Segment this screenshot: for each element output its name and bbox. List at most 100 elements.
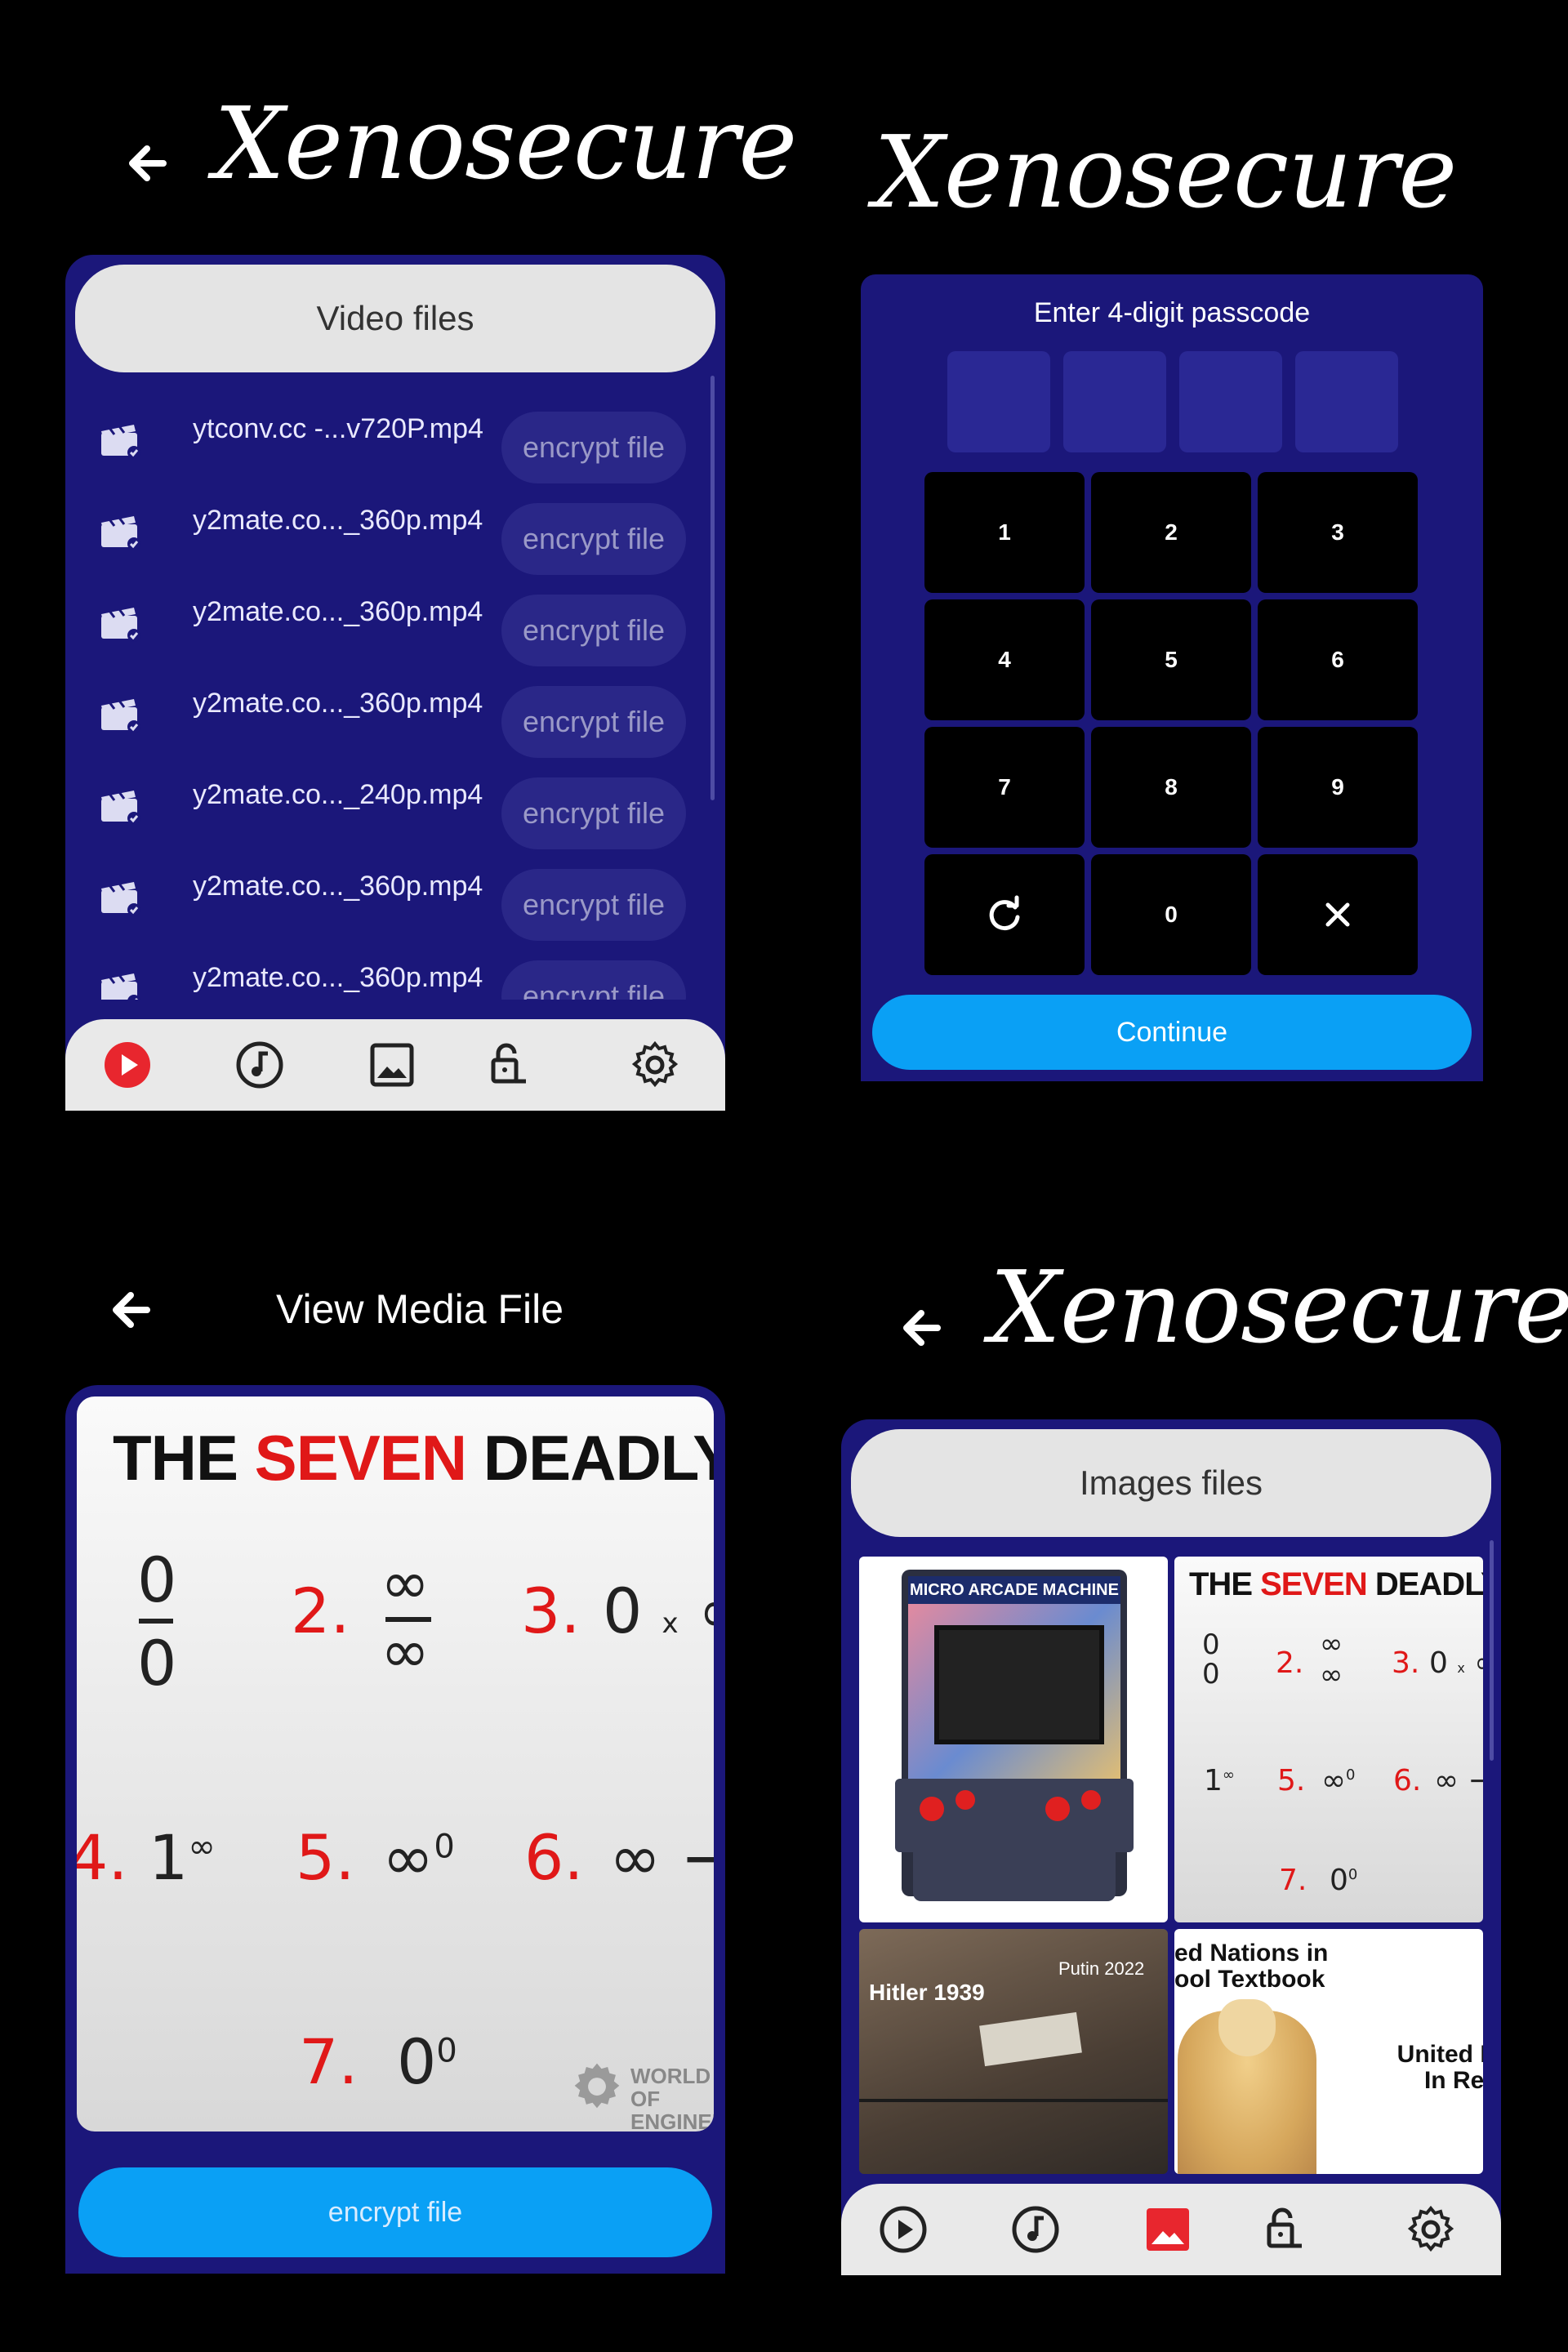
video-file-icon bbox=[101, 973, 140, 1000]
keypad-key-3[interactable]: 3 bbox=[1258, 472, 1418, 593]
arcade-button bbox=[920, 1797, 944, 1821]
item-expression: 00 bbox=[1202, 1628, 1220, 1690]
lock-file-icon[interactable] bbox=[1258, 2203, 1310, 2256]
bottom-nav bbox=[65, 1019, 725, 1111]
meme-label: Hitler 1939 bbox=[869, 1980, 985, 2005]
item-number: 3. bbox=[521, 1575, 581, 1647]
file-name: y2mate.co..._360p.mp4 bbox=[193, 871, 483, 902]
images-files-header: Images files bbox=[851, 1429, 1491, 1537]
meme-label: Putin 2022 bbox=[1058, 1958, 1145, 1979]
image-title: THE SEVEN DEADLY SINS bbox=[113, 1422, 714, 1494]
item-number: 3. bbox=[1392, 1646, 1420, 1680]
gear-logo-icon bbox=[574, 2063, 620, 2109]
list-item[interactable]: y2mate.co..._240p.mp4 encrypt file bbox=[65, 761, 710, 853]
passcode-digit-3[interactable] bbox=[1179, 351, 1282, 452]
scrollbar[interactable] bbox=[710, 376, 715, 800]
image-thumbnail[interactable]: THE SEVEN DEADLY SINS 00 2. ∞∞ 3. 0 x ∞ … bbox=[1174, 1557, 1483, 1922]
keypad-key-2[interactable]: 2 bbox=[1091, 472, 1251, 593]
video-file-icon bbox=[101, 425, 140, 459]
keypad-key-0[interactable]: 0 bbox=[1091, 854, 1251, 975]
scrollbar[interactable] bbox=[1490, 1540, 1494, 1761]
clear-icon bbox=[1325, 902, 1350, 927]
list-item[interactable]: y2mate.co..._360p.mp4 encrypt file bbox=[65, 853, 710, 944]
item-expression: ∞0 bbox=[382, 1821, 455, 1894]
encrypt-file-button[interactable]: encrypt file bbox=[501, 960, 686, 1000]
video-files-header: Video files bbox=[75, 265, 715, 372]
passcode-digit-2[interactable] bbox=[1063, 351, 1166, 452]
meme-divider bbox=[859, 2099, 1168, 2102]
refresh-icon bbox=[989, 895, 1020, 931]
passcode-digit-4[interactable] bbox=[1295, 351, 1398, 452]
file-name: ytconv.cc -...v720P.mp4 bbox=[193, 413, 483, 444]
page-title: View Media File bbox=[276, 1286, 564, 1332]
item-expression: 0 x ∞ bbox=[1429, 1646, 1483, 1680]
image-title: THE SEVEN DEADLY SINS bbox=[1189, 1566, 1483, 1602]
arcade-button bbox=[1081, 1790, 1101, 1810]
keypad-clear-button[interactable] bbox=[1258, 854, 1418, 975]
file-name: y2mate.co..._360p.mp4 bbox=[193, 505, 483, 536]
encrypt-file-button[interactable]: encrypt file bbox=[501, 412, 686, 483]
keypad-key-4[interactable]: 4 bbox=[924, 599, 1085, 720]
encrypt-file-button[interactable]: encrypt file bbox=[501, 777, 686, 849]
image-thumbnail[interactable]: ed Nations in ool Textbook United N In R… bbox=[1174, 1929, 1483, 2174]
video-file-icon bbox=[101, 699, 140, 733]
list-item[interactable]: y2mate.co..._360p.mp4 encrypt file bbox=[65, 670, 710, 761]
settings-icon[interactable] bbox=[1405, 2203, 1457, 2256]
back-arrow-icon[interactable] bbox=[122, 139, 172, 188]
continue-button[interactable]: Continue bbox=[872, 995, 1472, 1070]
list-item[interactable]: y2mate.co..._360p.mp4 encrypt file bbox=[65, 944, 710, 1000]
video-file-icon bbox=[101, 791, 140, 825]
item-expression: 0 x ∞ bbox=[603, 1575, 714, 1647]
back-arrow-icon[interactable] bbox=[897, 1303, 946, 1352]
music-icon[interactable] bbox=[234, 1039, 286, 1091]
keypad-key-5[interactable]: 5 bbox=[1091, 599, 1251, 720]
image-thumbnail[interactable]: Hitler 1939 Putin 2022 bbox=[859, 1929, 1168, 2174]
encrypt-file-button[interactable]: encrypt file bbox=[78, 2167, 712, 2257]
encrypt-file-button[interactable]: encrypt file bbox=[501, 869, 686, 941]
image-icon[interactable] bbox=[1142, 2203, 1194, 2256]
encrypt-file-button[interactable]: encrypt file bbox=[501, 686, 686, 758]
arcade-screen bbox=[934, 1625, 1104, 1744]
keypad-key-8[interactable]: 8 bbox=[1091, 727, 1251, 848]
video-icon[interactable] bbox=[877, 2203, 929, 2256]
encrypt-file-button[interactable]: encrypt file bbox=[501, 595, 686, 666]
image-icon[interactable] bbox=[366, 1039, 418, 1091]
keypad-key-7[interactable]: 7 bbox=[924, 727, 1085, 848]
file-name: y2mate.co..._360p.mp4 bbox=[193, 688, 483, 719]
encrypt-file-button[interactable]: encrypt file bbox=[501, 503, 686, 575]
file-name: y2mate.co..._240p.mp4 bbox=[193, 779, 483, 810]
arcade-base bbox=[913, 1852, 1116, 1901]
item-expression: ∞ − ∞ bbox=[1434, 1764, 1483, 1797]
fraction-bar bbox=[139, 1619, 173, 1624]
passcode-prompt: Enter 4-digit passcode bbox=[1033, 297, 1311, 328]
list-item[interactable]: y2mate.co..._360p.mp4 encrypt file bbox=[65, 487, 710, 578]
back-arrow-icon[interactable] bbox=[106, 1285, 155, 1334]
item-number: 7. bbox=[299, 2025, 359, 2098]
keypad-refresh-button[interactable] bbox=[924, 854, 1085, 975]
item-number: 6. bbox=[524, 1821, 584, 1894]
images-files-panel: Images files MICRO ARCADE MACHINE THE SE… bbox=[841, 1419, 1501, 2275]
item-number: 5. bbox=[1277, 1764, 1306, 1797]
settings-icon[interactable] bbox=[629, 1039, 681, 1091]
music-icon[interactable] bbox=[1009, 2203, 1062, 2256]
fraction-numerator: ∞ bbox=[381, 1548, 430, 1617]
lock-file-icon[interactable] bbox=[482, 1039, 534, 1091]
video-icon[interactable] bbox=[101, 1039, 154, 1091]
media-image: THE SEVEN DEADLY SINS . 0 0 2. ∞ ∞ 3. 0 … bbox=[77, 1396, 714, 2132]
list-item[interactable]: ytconv.cc -...v720P.mp4 encrypt file bbox=[65, 395, 710, 487]
file-name: y2mate.co..._360p.mp4 bbox=[193, 596, 483, 627]
keypad-key-1[interactable]: 1 bbox=[924, 472, 1085, 593]
item-expression: 00 bbox=[1330, 1864, 1358, 1897]
image-thumbnail[interactable]: MICRO ARCADE MACHINE bbox=[859, 1557, 1168, 1922]
list-item[interactable]: y2mate.co..._360p.mp4 encrypt file bbox=[65, 578, 710, 670]
app-logo: Xenosecure bbox=[874, 114, 1457, 230]
keypad-key-6[interactable]: 6 bbox=[1258, 599, 1418, 720]
video-file-icon bbox=[101, 882, 140, 916]
item-number: 4. bbox=[77, 1821, 128, 1894]
keypad-key-9[interactable]: 9 bbox=[1258, 727, 1418, 848]
passcode-digit-1[interactable] bbox=[947, 351, 1050, 452]
file-name: y2mate.co..._360p.mp4 bbox=[193, 962, 483, 993]
fraction-numerator: 0 bbox=[137, 1544, 177, 1616]
item-number: 6. bbox=[1393, 1764, 1422, 1797]
item-expression: 1∞ bbox=[1204, 1764, 1235, 1797]
